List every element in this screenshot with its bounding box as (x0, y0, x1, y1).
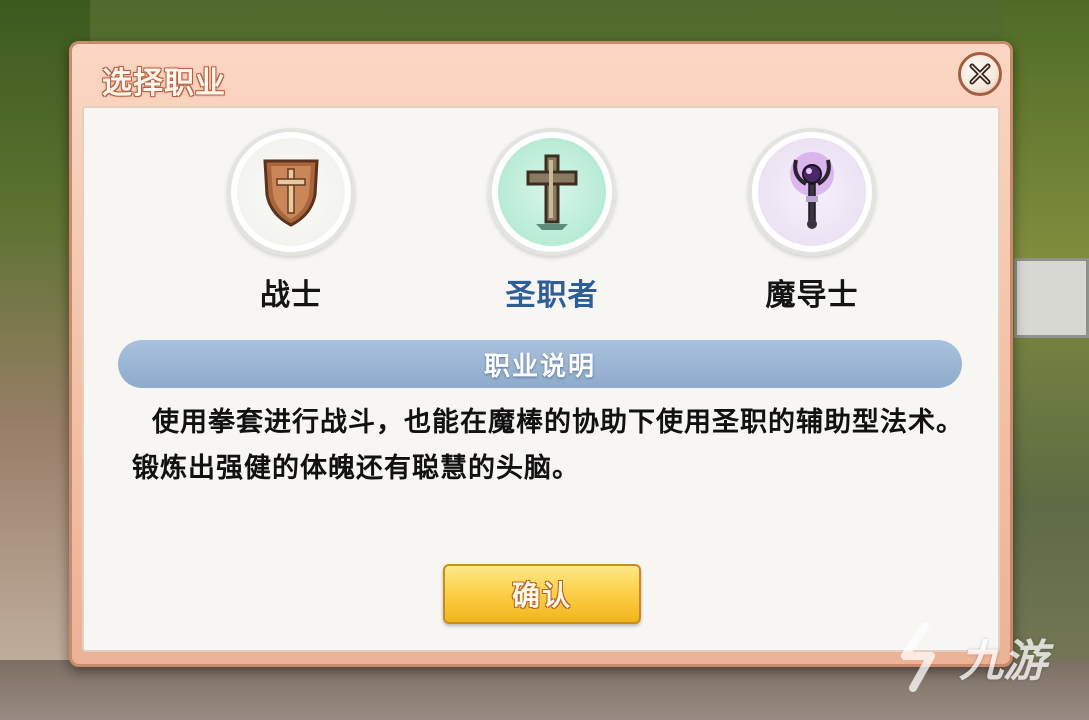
nine-game-logo-icon (901, 622, 935, 692)
magic-staff-icon (790, 152, 834, 229)
class-option-mage[interactable]: 魔导士 (722, 128, 902, 318)
background-scenery-right (1004, 0, 1089, 720)
confirm-button-label: 确认 (511, 579, 572, 612)
watermark-text: 九游 (959, 636, 1047, 687)
class-select-dialog: 选择职业 战士 圣职者 魔导士 职业说明 使用拳套进行战斗，也能在魔棒的协助下使… (69, 41, 1013, 667)
description-header-label: 职业说明 (483, 351, 596, 382)
close-x-icon (969, 63, 991, 85)
class-description-text: 使用拳套进行战斗，也能在魔棒的协助下使用圣职的辅助型法术。锻炼出强健的体魄还有聪… (132, 407, 964, 484)
close-button[interactable] (958, 52, 1002, 96)
holy-cross-icon (526, 154, 578, 230)
shield-sword-icon (263, 159, 319, 227)
class-label-cleric: 圣职者 (505, 278, 599, 313)
class-icon-frame (227, 128, 355, 256)
background-signpost (1014, 258, 1089, 338)
dialog-content: 战士 圣职者 魔导士 职业说明 使用拳套进行战斗，也能在魔棒的协助下使用圣职的辅… (82, 106, 1000, 652)
class-option-cleric[interactable]: 圣职者 (462, 128, 642, 318)
class-icon-frame (488, 128, 616, 256)
description-header: 职业说明 (118, 340, 962, 388)
class-label-mage: 魔导士 (765, 278, 859, 313)
class-option-warrior[interactable]: 战士 (201, 128, 381, 318)
class-label-warrior: 战士 (260, 278, 322, 313)
dialog-title: 选择职业 (102, 66, 226, 101)
watermark: 九游 (891, 622, 1047, 692)
confirm-button[interactable]: 确认 (443, 564, 641, 624)
class-icon-frame (748, 128, 876, 256)
